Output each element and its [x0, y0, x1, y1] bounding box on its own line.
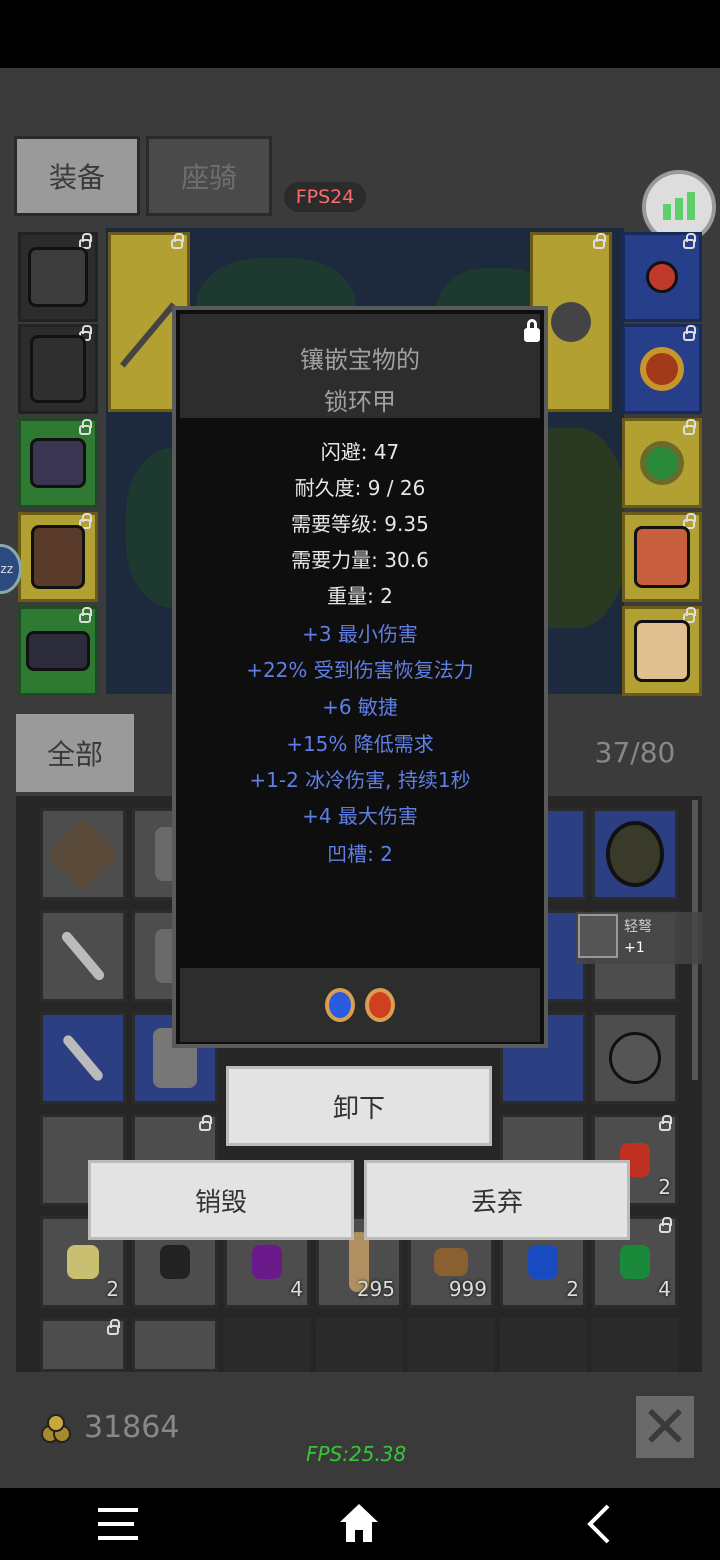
- inventory-slot[interactable]: [408, 1318, 494, 1372]
- equip-slot-book[interactable]: [622, 512, 702, 602]
- fps-badge: FPS24: [284, 182, 366, 212]
- close-icon[interactable]: ✕: [636, 1396, 694, 1458]
- stats-icon: [663, 204, 671, 220]
- lock-icon: [683, 233, 696, 249]
- equip-slot-belt[interactable]: [18, 606, 98, 696]
- inventory-capacity: 37/80: [594, 736, 676, 769]
- mini-item-tooltip: 轻弩 +1: [576, 912, 702, 964]
- blue-gem-icon: [325, 988, 355, 1022]
- lock-icon[interactable]: [524, 319, 540, 342]
- mod-line: +1-2 冰冷伤害, 持续1秒: [249, 768, 471, 792]
- mod-line: 凹槽: 2: [327, 842, 393, 866]
- inventory-slot[interactable]: [132, 1318, 218, 1372]
- stat-line: 重量: 2: [327, 584, 393, 608]
- item-name: 锁环甲: [324, 388, 396, 416]
- gold-amount: 31864: [84, 1410, 180, 1445]
- lock-icon: [683, 419, 696, 435]
- home-icon[interactable]: [336, 1500, 382, 1546]
- destroy-button[interactable]: 销毁: [88, 1160, 354, 1240]
- stack-count: 2: [566, 1277, 579, 1301]
- socket-row: [180, 968, 540, 1042]
- mod-line: +22% 受到伤害恢复法力: [246, 658, 474, 682]
- mod-line: +6 敏捷: [322, 695, 398, 719]
- equip-slot-ring-2[interactable]: [622, 418, 702, 508]
- equip-slot-boots[interactable]: [18, 512, 98, 602]
- stack-count: 2: [658, 1175, 671, 1199]
- item-tooltip: 镶嵌宝物的 锁环甲 闪避: 47 耐久度: 9 / 26 需要等级: 9.35 …: [172, 306, 548, 1048]
- tab-equip[interactable]: 装备: [14, 136, 140, 216]
- lock-icon: [171, 233, 184, 249]
- equip-slot-helmet[interactable]: [18, 232, 98, 322]
- lock-icon: [659, 1217, 672, 1233]
- equip-slot-amulet[interactable]: [622, 232, 702, 322]
- menu-icon[interactable]: [96, 1504, 142, 1544]
- crossbow-icon: [578, 914, 618, 958]
- equip-slot-ring-1[interactable]: [622, 324, 702, 414]
- red-gem-icon: [365, 988, 395, 1022]
- inventory-slot[interactable]: [40, 1012, 126, 1104]
- lock-icon: [107, 1319, 120, 1335]
- unequip-button[interactable]: 卸下: [226, 1066, 492, 1146]
- mini-item-name: 轻弩: [624, 919, 652, 935]
- stack-count: 4: [290, 1277, 303, 1301]
- inventory-slot[interactable]: [40, 910, 126, 1002]
- tab-mount[interactable]: 座骑: [146, 136, 272, 216]
- tooltip-header: 镶嵌宝物的 锁环甲: [180, 314, 540, 418]
- inventory-slot[interactable]: [40, 1318, 126, 1372]
- stat-line: 需要力量: 30.6: [291, 548, 429, 572]
- lock-icon: [683, 325, 696, 341]
- lock-icon: [659, 1115, 672, 1131]
- status-bar: [0, 0, 720, 68]
- back-icon[interactable]: [584, 1502, 614, 1546]
- equip-slot-scroll[interactable]: [622, 606, 702, 696]
- inventory-slot[interactable]: [592, 1318, 678, 1372]
- fps-counter: FPS:25.38: [306, 1442, 407, 1466]
- filter-all-button[interactable]: 全部: [16, 714, 134, 792]
- gold-coin-icon: [41, 1414, 71, 1443]
- stack-count: 4: [658, 1277, 671, 1301]
- mod-line: +3 最小伤害: [302, 622, 418, 646]
- system-nav-bar: [0, 1488, 720, 1560]
- stack-count: 999: [448, 1277, 487, 1301]
- equip-slot-armor[interactable]: [18, 324, 98, 414]
- stat-line: 需要等级: 9.35: [291, 512, 429, 536]
- inventory-slot[interactable]: [500, 1318, 586, 1372]
- lock-icon: [199, 1115, 212, 1131]
- stack-count: 2: [106, 1277, 119, 1301]
- drop-button[interactable]: 丢弃: [364, 1160, 630, 1240]
- mini-item-plus: +1: [624, 940, 645, 956]
- stat-line: 闪避: 47: [320, 440, 400, 464]
- equip-slot-gloves[interactable]: [18, 418, 98, 508]
- lock-icon: [79, 419, 92, 435]
- inventory-slot[interactable]: [316, 1318, 402, 1372]
- lock-icon: [593, 233, 606, 249]
- mod-line: +4 最大伤害: [302, 804, 418, 828]
- stat-line: 耐久度: 9 / 26: [294, 476, 426, 500]
- lock-icon: [79, 607, 92, 623]
- inventory-slot[interactable]: [592, 1012, 678, 1104]
- inventory-slot[interactable]: [40, 808, 126, 900]
- stack-count: 295: [356, 1277, 395, 1301]
- inventory-slot[interactable]: [592, 808, 678, 900]
- inventory-slot[interactable]: [224, 1318, 310, 1372]
- mod-line: +15% 降低需求: [286, 732, 434, 756]
- item-name-prefix: 镶嵌宝物的: [300, 346, 420, 374]
